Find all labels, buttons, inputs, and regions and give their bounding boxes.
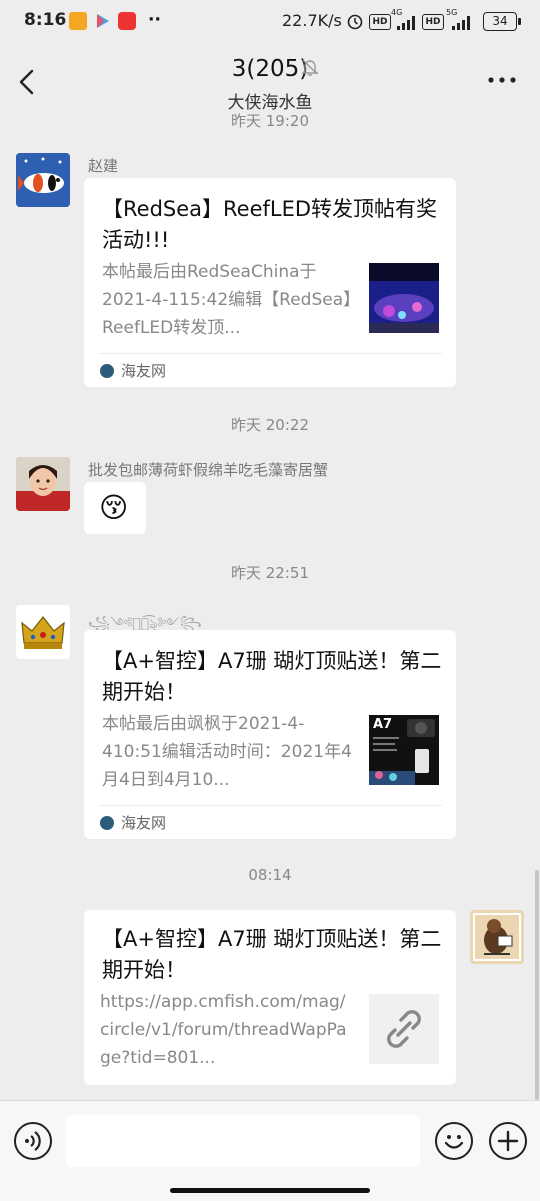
avatar[interactable] <box>16 457 70 511</box>
emoji-bubble[interactable]: 😚 <box>84 482 146 534</box>
more-dots-icon <box>488 77 516 83</box>
hd-icon-2: HD <box>422 14 444 30</box>
kissing-face-emoji: 😚 <box>99 491 129 524</box>
card-title: 【A+智控】A7珊 瑚灯顶贴送！第二期开始！ <box>102 649 442 704</box>
link-card[interactable]: 【A+智控】A7珊 瑚灯顶贴送！第二期开始！ 本帖最后由飒枫于2021-4-41… <box>84 630 456 839</box>
more-notifications-icon: ·· <box>148 10 161 30</box>
timestamp: 昨天 22:51 <box>231 564 309 582</box>
card-source: 海友网 <box>121 814 167 832</box>
sender-name: 批发包邮薄荷虾假绵羊吃毛藻寄居蟹 <box>88 461 329 479</box>
signal-5g-icon <box>450 14 474 30</box>
hd-icon: HD <box>369 14 391 30</box>
timestamp: 昨天 20:22 <box>231 416 309 434</box>
source-icon <box>100 816 114 830</box>
bell-off-icon <box>300 57 320 77</box>
composer-bar <box>0 1100 540 1201</box>
network-speed: 22.7K/s <box>282 11 342 30</box>
voice-icon <box>25 1131 41 1151</box>
message-input[interactable] <box>66 1115 420 1167</box>
battery-icon: 34 <box>483 12 521 31</box>
plus-button[interactable] <box>489 1122 527 1160</box>
card-divider <box>98 353 442 354</box>
timestamp: 08:14 <box>248 866 292 884</box>
alarm-icon <box>346 12 364 35</box>
card-source: 海友网 <box>121 362 167 380</box>
card-thumbnail <box>369 263 439 333</box>
crown-avatar-image <box>16 605 70 659</box>
home-indicator[interactable] <box>170 1188 370 1193</box>
avatar[interactable] <box>16 605 70 659</box>
link-card[interactable]: 【RedSea】ReefLED转发顶帖有奖活动!!! 本帖最后由RedSeaCh… <box>84 178 456 387</box>
aquarium-thumbnail-image <box>369 263 439 333</box>
lamp-product-thumbnail-image <box>369 719 435 785</box>
avatar[interactable] <box>16 153 70 207</box>
status-bar: 8:16 ·· 22.7K/s HD 4G HD 5G 34 <box>0 0 540 44</box>
link-icon <box>387 1010 421 1048</box>
sender-name: 赵建 <box>88 157 119 175</box>
play-store-icon <box>95 12 113 30</box>
notification-app-icon <box>69 12 87 30</box>
card-description: https://app.cmfish.com/mag/circle/v1/for… <box>100 992 347 1068</box>
link-thumbnail <box>369 994 439 1064</box>
more-button[interactable] <box>486 70 518 90</box>
card-thumbnail: A7 <box>369 715 439 785</box>
chat-header: 3(205) 大侠海水鱼 <box>0 44 540 114</box>
signal-4g-icon <box>395 14 419 30</box>
card-description: 本帖最后由RedSeaChina于2021-4-115:42编辑【RedSea】… <box>102 262 352 338</box>
source-icon <box>100 364 114 378</box>
status-time: 8:16 <box>24 10 67 30</box>
cartoon-avatar-image <box>470 910 524 964</box>
timestamp: 昨天 19:20 <box>231 112 309 130</box>
scrollbar[interactable] <box>535 870 539 1100</box>
emoji-button[interactable] <box>435 1122 473 1160</box>
voice-button[interactable] <box>14 1122 52 1160</box>
card-title: 【RedSea】ReefLED转发顶帖有奖活动!!! <box>102 197 438 252</box>
link-card[interactable]: 【A+智控】A7珊 瑚灯顶贴送！第二期开始！ https://app.cmfis… <box>84 910 456 1085</box>
card-divider <box>98 805 442 806</box>
girl-avatar-image <box>16 457 70 511</box>
card-title: 【A+智控】A7珊 瑚灯顶贴送！第二期开始！ <box>102 927 442 982</box>
video-app-icon <box>118 12 136 30</box>
my-avatar[interactable] <box>470 910 524 964</box>
card-description: 本帖最后由飒枫于2021-4-410:51编辑活动时间：2021年4月4日到4月… <box>102 714 352 790</box>
chat-title: 3(205) <box>231 56 309 82</box>
plus-icon <box>497 1130 519 1152</box>
clownfish-avatar-image <box>16 153 70 207</box>
emoji-icon <box>444 1135 464 1149</box>
